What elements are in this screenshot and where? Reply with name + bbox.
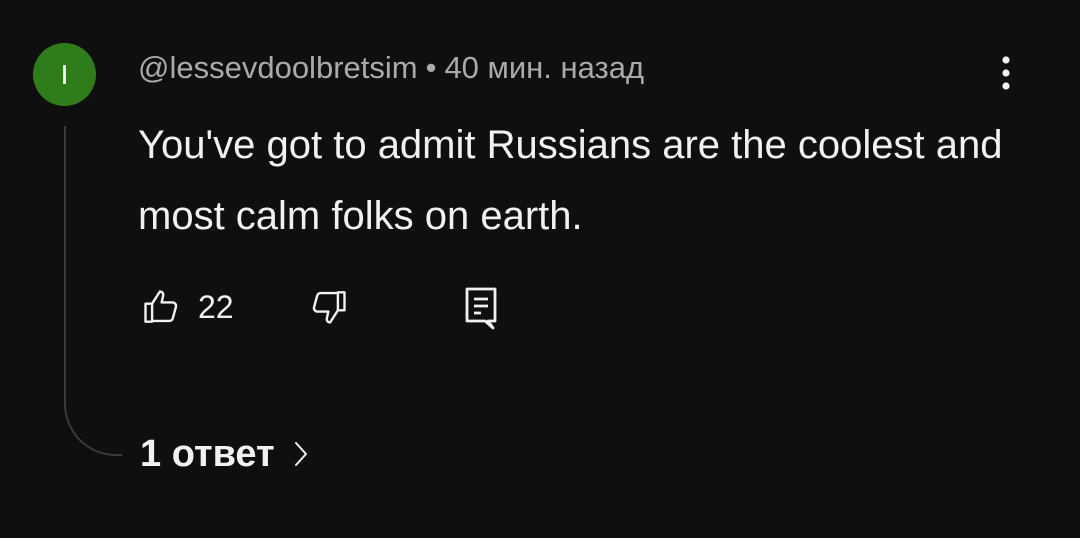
meta-separator: • — [425, 50, 437, 85]
thumbs-up-icon — [144, 290, 178, 323]
like-button[interactable]: 22 — [140, 283, 234, 331]
comment-author[interactable]: @lessevdoolbretsim — [138, 50, 418, 85]
thread-connector-line — [64, 126, 122, 456]
replies-label: 1 ответ — [140, 432, 275, 475]
chevron-right-icon — [293, 440, 309, 468]
reply-comment-icon — [465, 287, 497, 330]
comment-meta: @lessevdoolbretsim • 40 мин. назад — [138, 48, 644, 88]
view-replies-button[interactable]: 1 ответ — [140, 428, 309, 480]
reply-button[interactable] — [459, 283, 503, 331]
like-count: 22 — [198, 288, 234, 325]
comment-menu-button[interactable] — [990, 52, 1022, 94]
comment-text: You've got to admit Russians are the coo… — [138, 123, 1003, 238]
thumbs-down-icon — [312, 291, 346, 324]
dislike-button[interactable] — [306, 283, 350, 331]
more-vertical-icon — [1002, 56, 1010, 90]
avatar[interactable]: I — [33, 43, 96, 106]
comment-time: 40 мин. назад — [444, 50, 645, 85]
avatar-letter: I — [60, 58, 69, 90]
